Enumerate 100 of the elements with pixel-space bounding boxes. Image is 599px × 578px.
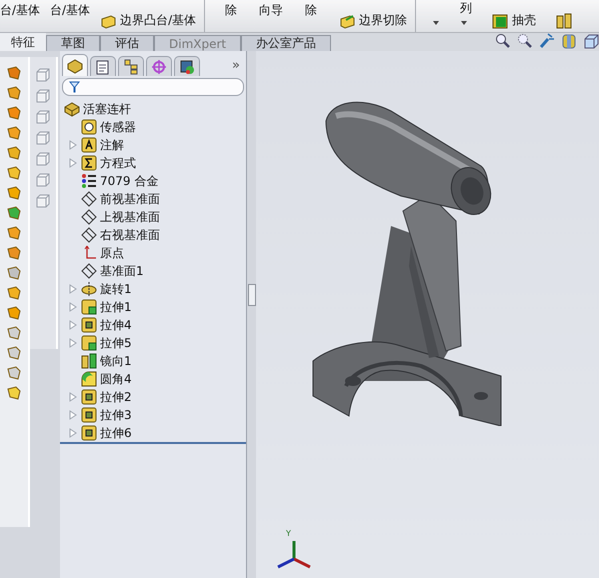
plane-icon (81, 263, 97, 279)
section-view-icon (561, 33, 577, 49)
ribbon-button[interactable]: 边界切除 (339, 12, 408, 29)
ribbon-label[interactable]: 列 (460, 0, 472, 17)
tree-item[interactable]: 圆角4 (100, 370, 132, 388)
expand-arrow-icon[interactable] (68, 158, 78, 168)
tree-item[interactable]: 右视基准面 (100, 226, 160, 244)
view-orientation-icon (583, 33, 599, 49)
tree-item[interactable]: 镜向1 (100, 352, 132, 370)
wireframe-cube-icon (35, 172, 51, 188)
tree-item[interactable]: 前视基准面 (100, 190, 160, 208)
expand-arrow-icon[interactable] (68, 302, 78, 312)
tree-item[interactable]: 拉伸4 (100, 316, 132, 334)
tree-item[interactable]: 拉伸5 (100, 334, 132, 352)
feature-tool-icon (6, 365, 22, 381)
ribbon-button[interactable]: 边界凸台/基体 (100, 12, 196, 29)
feature-tool-icon (6, 385, 22, 401)
boss-icon (100, 12, 116, 28)
feature-tool-icon (6, 305, 22, 321)
tree-item[interactable]: 旋转1 (100, 280, 132, 298)
expand-arrow-icon[interactable] (68, 320, 78, 330)
panel-tab[interactable] (62, 54, 88, 76)
expand-arrow-icon[interactable] (68, 392, 78, 402)
mirror-icon (556, 13, 572, 29)
revolve-icon (81, 281, 97, 297)
plane-icon (81, 191, 97, 207)
tree-item[interactable]: 活塞连杆 (83, 100, 131, 118)
fillet-icon (81, 371, 97, 387)
equation-folder-icon (81, 155, 97, 171)
caret-icon (432, 21, 440, 26)
ribbon-label[interactable]: 除 (305, 2, 318, 19)
ribbon-button[interactable]: 抽壳 (492, 12, 536, 29)
ribbon-label[interactable]: 台/基体 (50, 2, 90, 19)
feature-tool-icon (6, 285, 22, 301)
material-icon (81, 173, 97, 189)
panel-tab[interactable] (118, 56, 144, 76)
feature-tool-icon (6, 245, 22, 261)
part-icon (67, 58, 83, 74)
expand-arrow-icon[interactable] (68, 140, 78, 150)
ribbon-label[interactable]: 除 (225, 2, 238, 19)
feature-tool-icon (6, 145, 22, 161)
extrude-sketch-icon (81, 299, 97, 315)
mirror-icon (81, 353, 97, 369)
feature-tool-icon (6, 225, 22, 241)
splitter-handle[interactable] (248, 284, 256, 306)
feature-tool-icon (6, 345, 22, 361)
feature-tool-icon (6, 85, 22, 101)
shell-icon (492, 12, 508, 28)
tree-item[interactable]: 传感器 (100, 118, 136, 136)
tree-item[interactable]: 注解 (100, 136, 124, 154)
ribbon-label[interactable]: 台/基体 (0, 2, 40, 19)
expand-chevron[interactable]: » (232, 58, 244, 72)
tree-item[interactable]: 拉伸2 (100, 388, 132, 406)
annotation-folder-icon (81, 137, 97, 153)
ribbon-tab[interactable]: 评估 (100, 35, 154, 51)
wireframe-cube-icon (35, 67, 51, 83)
feature-tool-icon (6, 205, 22, 221)
filter-icon (69, 81, 80, 93)
plane-icon (81, 209, 97, 225)
panel-tab[interactable] (90, 56, 116, 76)
wireframe-cube-icon (35, 88, 51, 104)
ribbon-tab[interactable]: 草图 (46, 35, 100, 51)
ribbon-tab[interactable]: 办公室产品 (241, 35, 332, 51)
extrude-icon (81, 317, 97, 333)
panel-tab[interactable] (174, 56, 200, 76)
axis-label: Y (286, 529, 291, 538)
zoom-area-icon (517, 33, 533, 49)
feature-tool-icon (6, 125, 22, 141)
configuration-tree-icon (123, 58, 139, 74)
wireframe-cube-icon (35, 109, 51, 125)
tree-item[interactable]: 拉伸1 (100, 298, 132, 316)
crosshair-icon (151, 58, 167, 74)
tree-item[interactable]: 拉伸6 (100, 424, 132, 442)
part-icon (64, 101, 80, 117)
wireframe-cube-icon (35, 193, 51, 209)
tree-item[interactable]: 原点 (100, 244, 124, 262)
tree-item[interactable]: 方程式 (100, 154, 136, 172)
extrude-icon (81, 407, 97, 423)
ribbon-tab[interactable]: 特征 (0, 33, 46, 51)
tree-item[interactable]: 7079 合金 (100, 172, 158, 190)
ribbon-label[interactable]: 向导 (259, 2, 284, 19)
caret-icon (460, 21, 468, 26)
ribbon-button[interactable] (556, 13, 572, 29)
expand-arrow-icon[interactable] (68, 410, 78, 420)
zoom-fit-icon (495, 33, 511, 49)
tree-item[interactable]: 基准面1 (100, 262, 144, 280)
expand-arrow-icon[interactable] (68, 338, 78, 348)
cut-icon (339, 12, 356, 28)
extrude-icon (81, 425, 97, 441)
feature-tool-icon (6, 185, 22, 201)
appearance-icon (179, 58, 195, 74)
wireframe-cube-icon (35, 151, 51, 167)
plane-icon (81, 227, 97, 243)
feature-tool-icon (6, 165, 22, 181)
expand-arrow-icon[interactable] (68, 284, 78, 294)
feature-tool-icon (6, 65, 22, 81)
tree-item[interactable]: 拉伸3 (100, 406, 132, 424)
tree-item[interactable]: 上视基准面 (100, 208, 160, 226)
filter-field[interactable] (62, 78, 244, 96)
expand-arrow-icon[interactable] (68, 428, 78, 438)
